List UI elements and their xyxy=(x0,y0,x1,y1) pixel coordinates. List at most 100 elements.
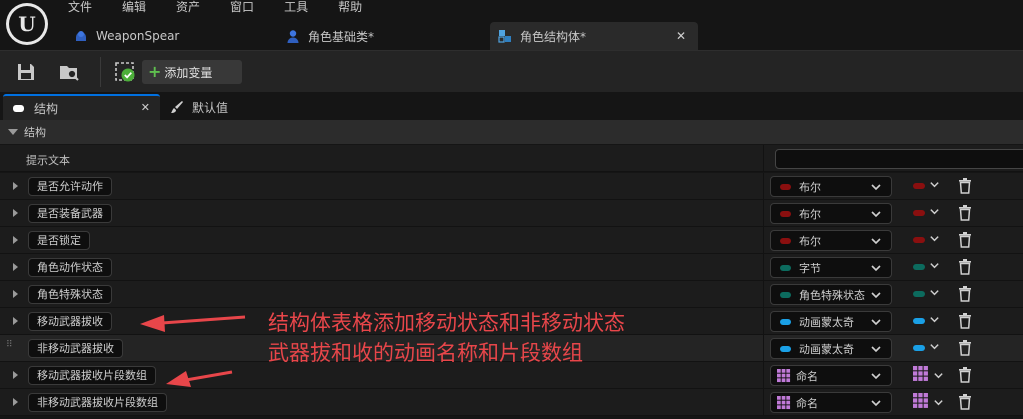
compile-success-icon[interactable] xyxy=(113,60,137,84)
delete-icon[interactable] xyxy=(958,340,972,356)
save-icon[interactable] xyxy=(15,61,37,83)
section-title: 结构 xyxy=(24,126,46,139)
container-type-dropdown[interactable] xyxy=(913,314,940,325)
member-name-field[interactable]: 移动武器拔收 xyxy=(28,312,112,331)
member-row[interactable]: 是否允许动作 布尔 xyxy=(0,173,1023,200)
container-type-dropdown[interactable] xyxy=(913,287,940,298)
menu-help[interactable]: 帮助 xyxy=(338,0,362,16)
tab-character-base[interactable]: 角色基础类* xyxy=(286,22,476,50)
member-type-dropdown[interactable]: 布尔 xyxy=(770,230,892,251)
unreal-logo-icon[interactable]: U xyxy=(6,3,48,45)
member-name-field[interactable]: 移动武器拔收片段数组 xyxy=(28,366,156,385)
member-name-field[interactable]: 角色特殊状态 xyxy=(28,285,112,304)
annotation-arrow-2 xyxy=(166,370,233,387)
member-type-dropdown[interactable]: 动画蒙太奇 xyxy=(770,311,892,332)
expand-arrow-icon[interactable] xyxy=(13,236,18,244)
menu-edit[interactable]: 编辑 xyxy=(122,0,146,16)
member-name-field[interactable]: 角色动作状态 xyxy=(28,258,112,277)
delete-icon[interactable] xyxy=(958,313,972,329)
column-divider xyxy=(763,145,764,172)
menu-window[interactable]: 窗口 xyxy=(230,0,254,16)
member-row[interactable]: 非移动武器拔收片段数组 命名 xyxy=(0,389,1023,416)
close-icon[interactable]: ✕ xyxy=(676,29,686,43)
expand-arrow-icon[interactable] xyxy=(13,182,18,190)
expand-arrow-icon[interactable] xyxy=(13,209,18,217)
column-divider xyxy=(763,308,764,335)
member-type-dropdown[interactable]: 字节 xyxy=(770,257,892,278)
tab-label: 默认值 xyxy=(192,100,229,115)
menu-tools[interactable]: 工具 xyxy=(284,0,308,16)
plus-icon: + xyxy=(148,62,162,81)
container-type-dropdown[interactable] xyxy=(913,206,940,217)
expand-arrow-icon[interactable] xyxy=(13,371,18,379)
delete-icon[interactable] xyxy=(958,259,972,275)
tooltip-input[interactable] xyxy=(775,149,1023,169)
expand-arrow-icon[interactable] xyxy=(13,290,18,298)
member-type-dropdown[interactable]: 布尔 xyxy=(770,176,892,197)
expand-arrow-icon[interactable] xyxy=(13,317,18,325)
structure-section-header[interactable]: 结构 xyxy=(0,120,1023,144)
chevron-down-icon xyxy=(871,346,881,353)
blueprint-icon xyxy=(76,31,86,41)
container-pin-icon xyxy=(913,182,925,189)
delete-icon[interactable] xyxy=(958,367,972,383)
tab-label: WeaponSpear xyxy=(96,29,180,43)
tab-defaults[interactable]: 默认值 xyxy=(170,94,260,120)
container-type-dropdown[interactable] xyxy=(913,260,940,271)
delete-icon[interactable] xyxy=(958,232,972,248)
column-divider xyxy=(763,227,764,254)
tab-weaponspear[interactable]: WeaponSpear xyxy=(74,22,264,50)
browse-icon[interactable] xyxy=(58,61,80,83)
member-type-dropdown[interactable]: 动画蒙太奇 xyxy=(770,338,892,359)
tab-label: 角色结构体* xyxy=(520,29,587,44)
delete-icon[interactable] xyxy=(958,286,972,302)
member-type-dropdown[interactable]: 命名 xyxy=(770,392,892,413)
collapse-arrow-icon[interactable] xyxy=(8,129,18,135)
member-row[interactable]: 角色动作状态 字节 xyxy=(0,254,1023,281)
member-row[interactable]: 是否装备武器 布尔 xyxy=(0,200,1023,227)
member-name-field[interactable]: 是否允许动作 xyxy=(28,177,112,196)
delete-icon[interactable] xyxy=(958,205,972,221)
container-type-dropdown[interactable] xyxy=(913,366,944,382)
member-type-dropdown[interactable]: 布尔 xyxy=(770,203,892,224)
tab-character-struct[interactable]: 角色结构体* ✕ xyxy=(490,22,698,50)
column-divider xyxy=(763,362,764,389)
menu-asset[interactable]: 资产 xyxy=(176,0,200,16)
chevron-down-icon xyxy=(930,344,939,350)
tab-structure[interactable]: 结构 ✕ xyxy=(3,94,160,120)
member-type-label: 布尔 xyxy=(799,180,821,194)
type-pin-icon xyxy=(780,345,791,352)
member-type-label: 命名 xyxy=(796,369,818,383)
member-type-dropdown[interactable]: 角色特殊状态 xyxy=(770,284,892,305)
container-type-dropdown[interactable] xyxy=(913,393,944,409)
delete-icon[interactable] xyxy=(958,178,972,194)
member-name-field[interactable]: 是否装备武器 xyxy=(28,204,112,223)
array-grid-icon xyxy=(777,368,791,382)
container-type-dropdown[interactable] xyxy=(913,233,940,244)
member-type-dropdown[interactable]: 命名 xyxy=(770,365,892,386)
member-type-label: 动画蒙太奇 xyxy=(799,315,854,329)
menu-file[interactable]: 文件 xyxy=(68,0,92,16)
container-pin-icon xyxy=(913,344,925,351)
column-divider xyxy=(763,173,764,200)
member-name-field[interactable]: 是否锁定 xyxy=(28,231,90,250)
member-name-field[interactable]: 非移动武器拔收片段数组 xyxy=(28,393,167,412)
expand-arrow-icon[interactable] xyxy=(13,263,18,271)
add-variable-button[interactable]: + 添加变量 xyxy=(142,60,242,84)
drag-handle-icon[interactable]: ⠿ xyxy=(6,341,14,353)
chevron-down-icon xyxy=(871,265,881,272)
chevron-down-icon xyxy=(871,211,881,218)
chevron-down-icon xyxy=(930,263,939,269)
member-name-field[interactable]: 非移动武器拔收 xyxy=(28,339,123,358)
member-row[interactable]: 角色特殊状态 角色特殊状态 xyxy=(0,281,1023,308)
container-type-dropdown[interactable] xyxy=(913,341,940,352)
chevron-down-icon xyxy=(871,319,881,326)
member-type-label: 字节 xyxy=(799,261,821,275)
container-type-dropdown[interactable] xyxy=(913,179,940,190)
expand-arrow-icon[interactable] xyxy=(13,398,18,406)
delete-icon[interactable] xyxy=(958,394,972,410)
container-pin-icon xyxy=(913,290,925,297)
member-row[interactable]: 是否锁定 布尔 xyxy=(0,227,1023,254)
container-pin-icon xyxy=(913,209,925,216)
close-icon[interactable]: ✕ xyxy=(141,101,150,114)
